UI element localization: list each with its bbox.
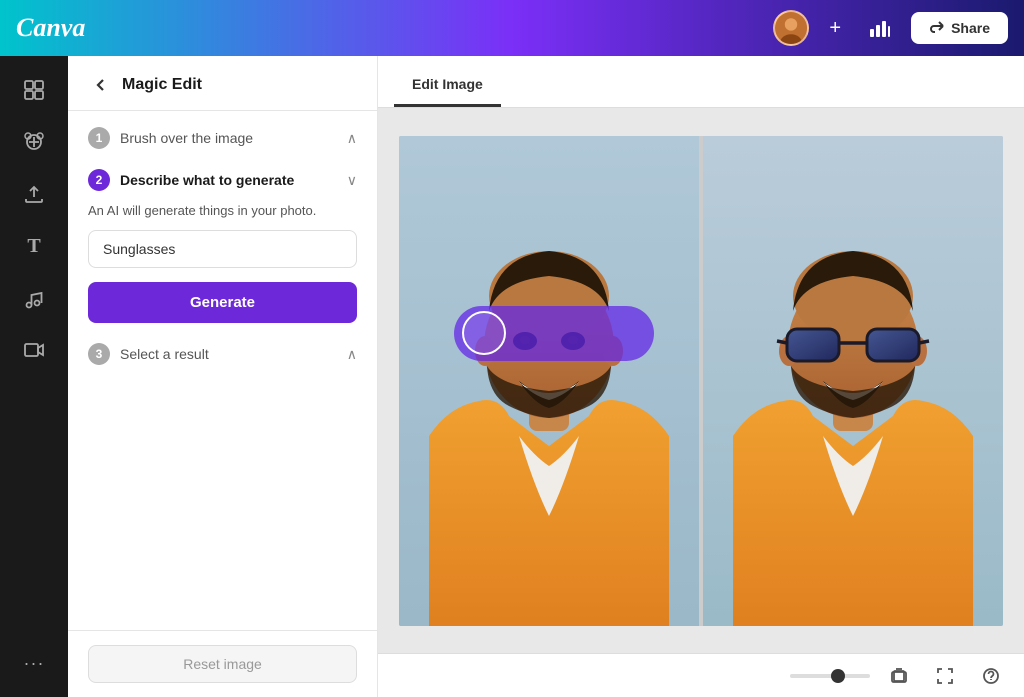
step-2-description: An AI will generate things in your photo… <box>88 203 357 218</box>
step-3-label: Select a result <box>120 346 209 362</box>
left-panel-background <box>399 136 699 626</box>
canva-logo: Canva <box>16 13 85 43</box>
step-2-chevron: ∨ <box>347 172 357 189</box>
back-button[interactable] <box>88 72 114 98</box>
step-2-label: Describe what to generate <box>120 172 294 188</box>
sidebar-item-text[interactable]: T <box>12 224 56 268</box>
analytics-button[interactable] <box>861 15 899 41</box>
header-actions: + Share <box>773 10 1008 46</box>
sidebar-panel: Magic Edit 1 Brush over the image ∧ <box>68 56 378 697</box>
icon-bar: T ··· <box>0 56 68 697</box>
zoom-thumb <box>831 669 845 683</box>
step-1-chevron: ∧ <box>347 130 357 147</box>
right-panel-background <box>703 136 1003 626</box>
brush-overlay <box>454 306 654 361</box>
sidebar-item-upload[interactable] <box>12 172 56 216</box>
help-button[interactable] <box>974 663 1008 689</box>
right-image-panel <box>703 136 1003 626</box>
sidebar-item-elements[interactable] <box>12 120 56 164</box>
brush-circle <box>462 311 506 355</box>
step-2-number: 2 <box>88 169 110 191</box>
fullscreen-button[interactable] <box>928 663 962 689</box>
tab-bar: Edit Image <box>378 56 1024 108</box>
step-2: 2 Describe what to generate ∨ An AI will… <box>88 169 357 323</box>
right-man-illustration <box>703 136 1003 626</box>
sidebar-item-more[interactable]: ··· <box>12 641 56 685</box>
describe-input[interactable] <box>88 230 357 268</box>
step-3: 3 Select a result ∧ <box>88 343 357 365</box>
canvas-toolbar <box>378 653 1024 697</box>
step-2-header[interactable]: 2 Describe what to generate ∨ <box>88 169 357 191</box>
app-header: Canva + Share <box>0 0 1024 56</box>
tab-edit-image[interactable]: Edit Image <box>394 64 501 107</box>
canvas-viewport <box>378 108 1024 653</box>
main-layout: T ··· Magic Edit <box>0 56 1024 697</box>
sidebar-header: Magic Edit <box>68 56 377 111</box>
generate-button[interactable]: Generate <box>88 282 357 323</box>
sidebar-item-audio[interactable] <box>12 276 56 320</box>
sidebar-footer: Reset image <box>68 630 377 697</box>
image-container <box>399 136 1003 626</box>
sidebar-item-video[interactable] <box>12 328 56 372</box>
zoom-slider[interactable] <box>790 674 870 678</box>
zoom-control <box>790 674 870 678</box>
fit-button[interactable] <box>882 663 916 689</box>
step-1-label: Brush over the image <box>120 130 253 146</box>
left-image-panel <box>399 136 699 626</box>
share-button[interactable]: Share <box>911 12 1008 44</box>
step-2-body: An AI will generate things in your photo… <box>88 203 357 323</box>
step-3-chevron: ∧ <box>347 346 357 363</box>
step-1-header[interactable]: 1 Brush over the image ∧ <box>88 127 357 149</box>
canvas-area: Edit Image <box>378 56 1024 697</box>
avatar[interactable] <box>773 10 809 46</box>
step-1-number: 1 <box>88 127 110 149</box>
step-3-header[interactable]: 3 Select a result ∧ <box>88 343 357 365</box>
add-button[interactable]: + <box>821 13 849 44</box>
reset-button[interactable]: Reset image <box>88 645 357 683</box>
sidebar-title: Magic Edit <box>122 76 202 94</box>
step-1: 1 Brush over the image ∧ <box>88 127 357 149</box>
left-man-illustration <box>399 136 699 626</box>
sidebar-item-grid[interactable] <box>12 68 56 112</box>
step-3-number: 3 <box>88 343 110 365</box>
sidebar-content: 1 Brush over the image ∧ 2 Describe what… <box>68 111 377 630</box>
